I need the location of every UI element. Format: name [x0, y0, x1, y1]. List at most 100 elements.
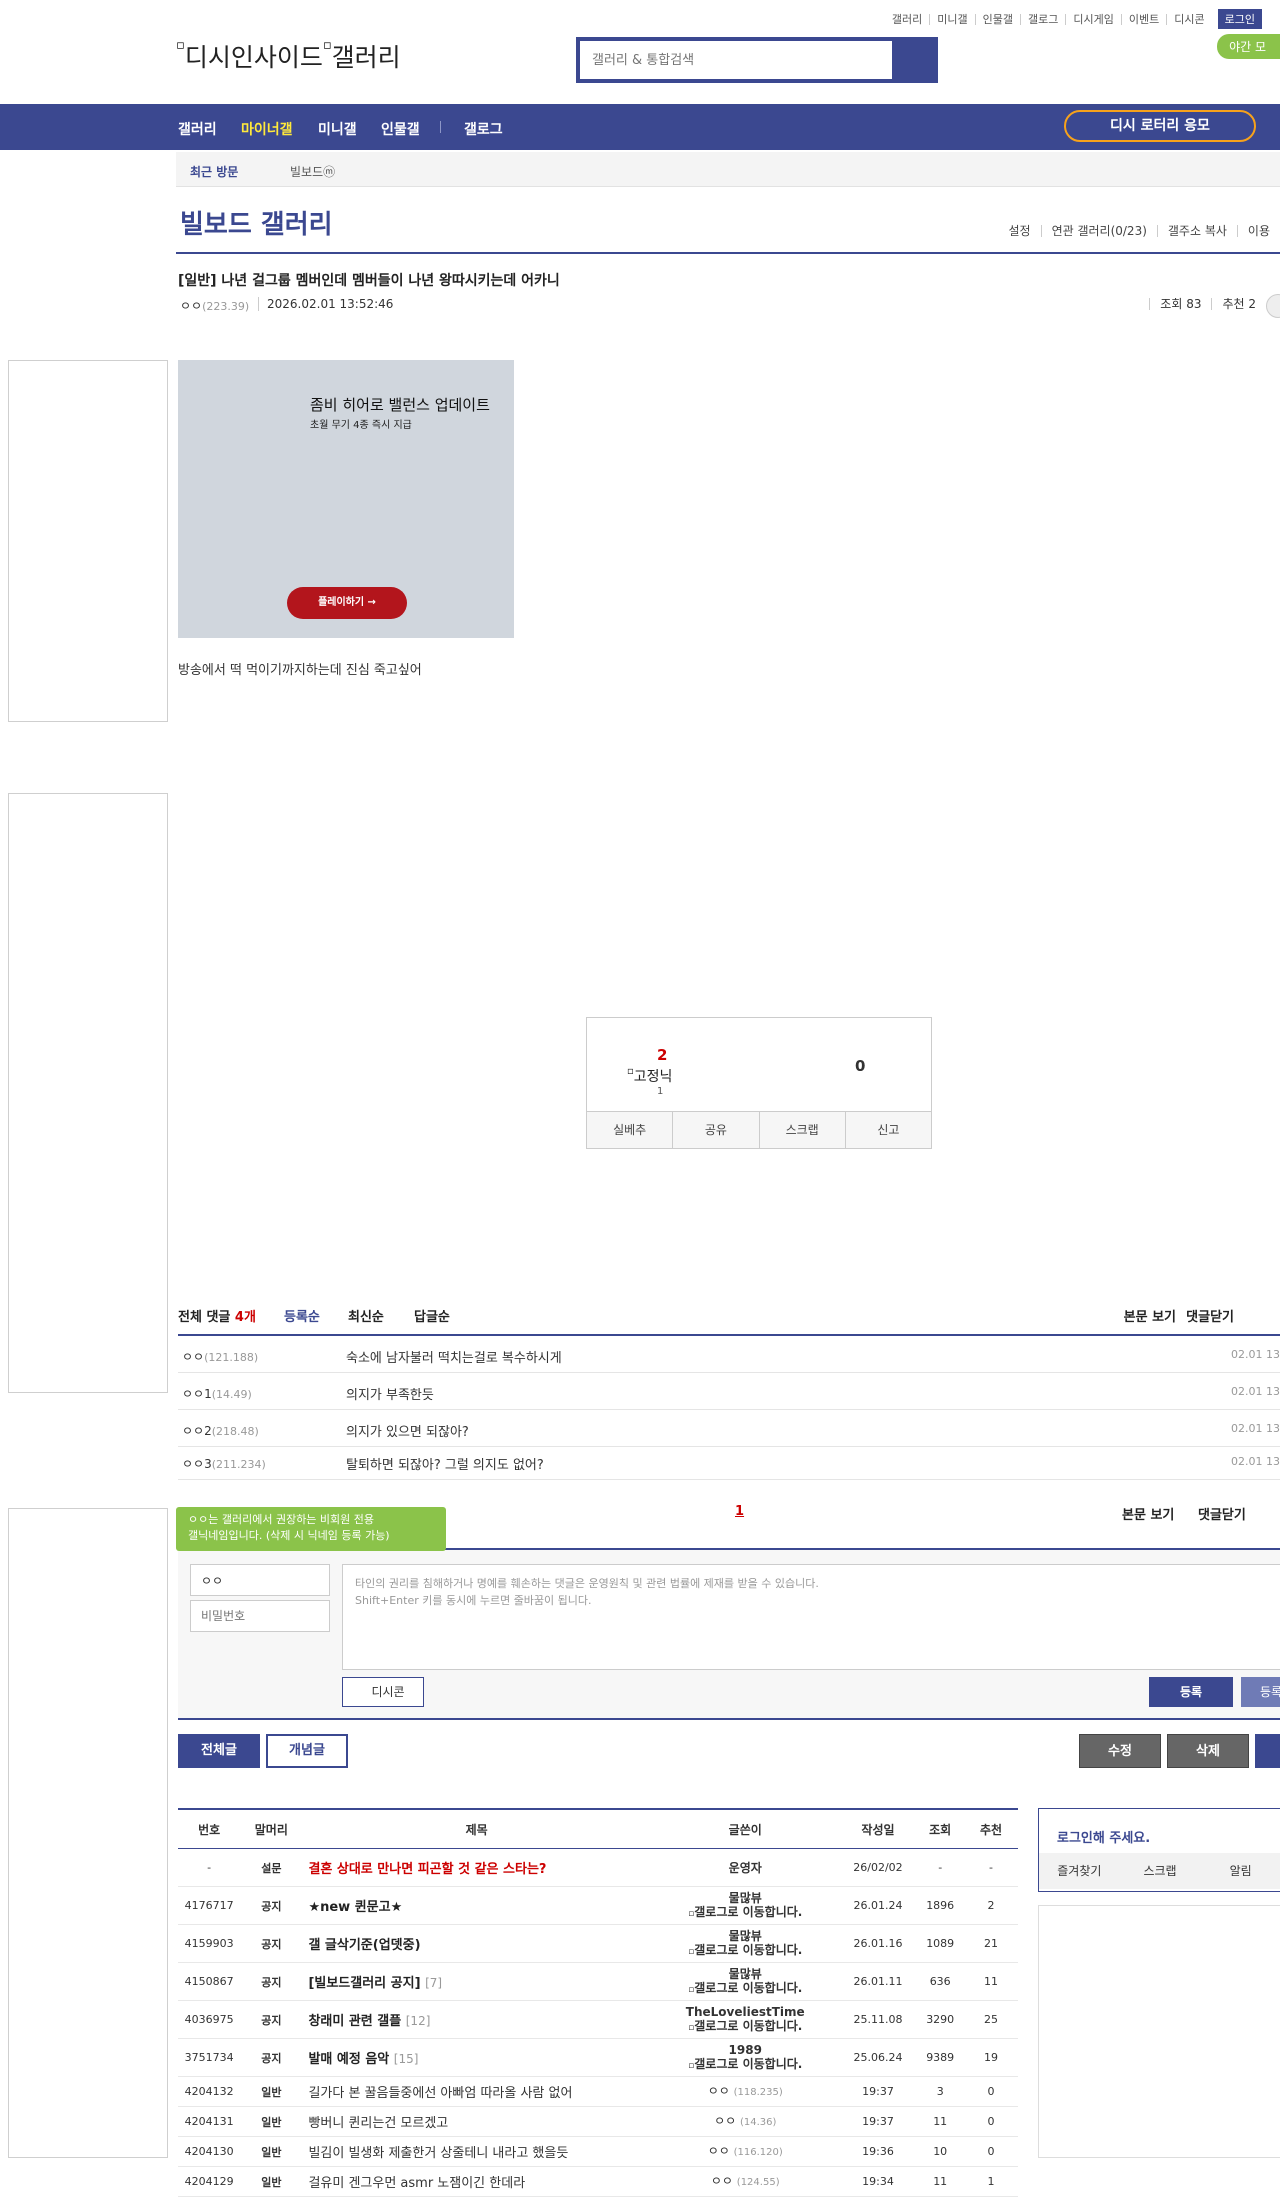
table-row[interactable]: 4159903 공지 갤 글삭기준(업뎃중) 물많뷰 ▫갤로그로 이동합니다. 26.01…: [178, 1924, 1018, 1963]
comment-submit-button[interactable]: 등록: [1149, 1677, 1233, 1707]
usage-link[interactable]: 이용: [1236, 225, 1280, 237]
nav-person-gallery[interactable]: 인물갤: [381, 119, 420, 139]
table-row[interactable]: 4204129 일반 걸유미 겐그우먼 asmr 노잼이긴 한데라 ㅇㅇ (124.5…: [178, 2166, 1018, 2197]
gallery-title[interactable]: 빌보드 갤러리: [180, 204, 333, 241]
comment-count-icon[interactable]: [1266, 294, 1280, 318]
top-link-mini[interactable]: 미니갤: [929, 13, 974, 25]
post-writer-cell[interactable]: 물많뷰 ▫갤로그로 이동합니다.: [650, 1962, 840, 2001]
recent-visit-item[interactable]: 빌보드ⓜ: [290, 163, 335, 180]
recommend-up-button[interactable]: ▫고정닉: [627, 1066, 672, 1086]
nickname-input[interactable]: [190, 1564, 330, 1596]
edit-button[interactable]: 수정: [1079, 1734, 1161, 1768]
comment-writer[interactable]: ㅇㅇ(121.188): [182, 1348, 258, 1365]
post-ad-banner[interactable]: 좀비 히어로 밸런스 업데이트 초월 무기 4종 즉시 지급 플레이하기 →: [178, 360, 514, 638]
nav-gallog[interactable]: 갤로그: [464, 119, 503, 139]
notification-link[interactable]: 알림: [1200, 1853, 1280, 1889]
table-row[interactable]: 4204131 일반 빵버니 퀸리는건 모르겠고 ㅇㅇ (14.36) 19:37 11 0: [178, 2106, 1018, 2137]
top-link-gallery[interactable]: 갤러리: [885, 14, 929, 25]
post-subject[interactable]: 길가다 본 꿀음들중에선 아빠엄 따라올 사람 없어: [302, 2076, 651, 2107]
close-comments-link[interactable]: 댓글닫기: [1186, 1306, 1234, 1325]
site-logo[interactable]: ▫디시인사이드▫갤러리: [176, 38, 401, 74]
search-button[interactable]: [892, 41, 934, 79]
post-writer-cell[interactable]: 물많뷰 ▫갤로그로 이동합니다.: [650, 1886, 840, 1925]
recent-visit-label[interactable]: 최근 방문: [190, 163, 238, 180]
night-mode-button[interactable]: 야간 모: [1217, 34, 1280, 59]
copy-address-link[interactable]: 갤주소 복사: [1156, 225, 1237, 237]
comment-textarea[interactable]: 타인의 권리를 침해하거나 명예를 훼손하는 댓글은 운영원칙 및 관련 법률에…: [342, 1564, 1280, 1670]
sort-registered[interactable]: 등록순: [284, 1306, 320, 1325]
gallery-settings-link[interactable]: 설정: [998, 225, 1040, 237]
table-row[interactable]: 3751734 공지 발매 예정 음악 [15] 1989 ▫갤로그로 이동합니다. 25…: [178, 2038, 1018, 2077]
write-button[interactable]: [1255, 1734, 1280, 1768]
nav-mini-gallery[interactable]: 미니갤: [318, 119, 357, 139]
post-subject[interactable]: 갤 글삭기준(업뎃중): [302, 1924, 651, 1963]
comment-submit-recommend-button[interactable]: 등록: [1241, 1677, 1280, 1707]
post-subject[interactable]: 빵버니 퀸리는건 모르겠고: [302, 2106, 651, 2137]
login-button[interactable]: 로그인: [1217, 9, 1262, 29]
search-input[interactable]: [580, 41, 892, 79]
post-writer-cell[interactable]: ㅇㅇ (118.235): [650, 2076, 840, 2107]
nav-minor-gallery[interactable]: 마이너갤: [241, 119, 293, 139]
post-subject[interactable]: 빌김이 빌생화 제출한거 상줄테니 내라고 했을듯: [302, 2136, 651, 2167]
post-subject[interactable]: 창래미 관련 갤플 [12]: [302, 2000, 651, 2039]
table-row[interactable]: 4150867 공지 [빌보드갤러리 공지] [7] 물많뷰 ▫갤로그로 이동합니다. 2…: [178, 1962, 1018, 2001]
top-link-person[interactable]: 인물갤: [974, 13, 1020, 25]
gallog-link[interactable]: ▫갤로그로 이동합니다.: [652, 1981, 839, 1997]
login-prompt[interactable]: 로그인해 주세요.: [1057, 1827, 1150, 1846]
comment-writer[interactable]: ㅇㅇ1(14.49): [182, 1385, 252, 1402]
comment-page-1[interactable]: 1: [735, 1504, 744, 1519]
top-link-game[interactable]: 디시게임: [1065, 13, 1120, 25]
post-reply-count[interactable]: [15]: [394, 2052, 419, 2066]
table-row[interactable]: 4204132 일반 길가다 본 꿀음들중에선 아빠엄 따라올 사람 없어 ㅇㅇ (1…: [178, 2076, 1018, 2107]
view-post-link-bottom[interactable]: 본문 보기: [1122, 1504, 1174, 1523]
close-comments-link-bottom[interactable]: 댓글닫기: [1198, 1504, 1246, 1523]
all-posts-button[interactable]: 전체글: [178, 1734, 260, 1768]
post-subject[interactable]: 발매 예정 음악 [15]: [302, 2038, 651, 2077]
top-link-gallog[interactable]: 갤로그: [1020, 13, 1065, 25]
post-subject[interactable]: ★new 퀸문고★: [302, 1886, 651, 1925]
real-best-button[interactable]: 실베추: [587, 1112, 672, 1148]
post-writer-cell[interactable]: ㅇㅇ (14.36): [650, 2106, 840, 2137]
delete-button[interactable]: 삭제: [1167, 1734, 1249, 1768]
post-reply-count[interactable]: [7]: [425, 1976, 442, 1990]
post-writer-cell[interactable]: ㅇㅇ (116.120): [650, 2136, 840, 2167]
top-utility-links: 갤러리 미니갤 인물갤 갤로그 디시게임 이벤트 디시콘 로그인: [885, 9, 1262, 29]
password-input[interactable]: [190, 1600, 330, 1632]
post-writer-cell[interactable]: TheLoveliestTime ▫갤로그로 이동합니다.: [650, 2000, 840, 2039]
gallog-link[interactable]: ▫갤로그로 이동합니다.: [652, 2057, 839, 2073]
table-row[interactable]: 4176717 공지 ★new 퀸문고★ 물많뷰 ▫갤로그로 이동합니다. 26.01.2…: [178, 1886, 1018, 1925]
favorites-link[interactable]: 즐겨찾기: [1039, 1853, 1120, 1889]
scrap-link[interactable]: 스크랩: [1120, 1853, 1201, 1889]
post-writer[interactable]: ㅇㅇ(223.39): [180, 297, 249, 314]
post-writer-cell[interactable]: 운영자: [650, 1848, 840, 1887]
lottery-button[interactable]: 디시 로터리 응모: [1064, 110, 1256, 142]
post-writer-cell[interactable]: 1989 ▫갤로그로 이동합니다.: [650, 2038, 840, 2077]
table-row[interactable]: 4036975 공지 창래미 관련 갤플 [12] TheLoveliestTime ▫…: [178, 2000, 1018, 2039]
related-gallery-link[interactable]: 연관 갤러리(0/23): [1040, 225, 1157, 237]
post-subject[interactable]: 걸유미 겐그우먼 asmr 노잼이긴 한데라: [302, 2166, 651, 2197]
nav-gallery[interactable]: 갤러리: [178, 119, 217, 139]
comment-writer[interactable]: ㅇㅇ3(211.234): [182, 1455, 266, 1472]
gallog-link[interactable]: ▫갤로그로 이동합니다.: [652, 2019, 839, 2035]
sort-reply[interactable]: 답글순: [414, 1306, 450, 1325]
post-subject[interactable]: [빌보드갤러리 공지] [7]: [302, 1962, 651, 2001]
top-link-event[interactable]: 이벤트: [1120, 13, 1166, 25]
report-button[interactable]: 신고: [844, 1112, 931, 1148]
post-reply-count[interactable]: [12]: [406, 2014, 431, 2028]
view-post-link[interactable]: 본문 보기: [1124, 1306, 1176, 1325]
share-button[interactable]: 공유: [672, 1112, 758, 1148]
ad-play-button[interactable]: 플레이하기 →: [287, 587, 407, 619]
gallog-link[interactable]: ▫갤로그로 이동합니다.: [652, 1943, 839, 1959]
sort-latest[interactable]: 최신순: [348, 1306, 384, 1325]
post-writer-cell[interactable]: ㅇㅇ (124.55): [650, 2166, 840, 2197]
dccon-button[interactable]: 디시콘: [342, 1677, 424, 1707]
post-subject[interactable]: 결혼 상대로 만나면 피곤할 것 같은 스타는?: [302, 1848, 651, 1887]
table-row[interactable]: 4204130 일반 빌김이 빌생화 제출한거 상줄테니 내라고 했을듯 ㅇㅇ (11…: [178, 2136, 1018, 2167]
comment-writer[interactable]: ㅇㅇ2(218.48): [182, 1422, 259, 1439]
post-writer-cell[interactable]: 물많뷰 ▫갤로그로 이동합니다.: [650, 1924, 840, 1963]
scrap-button[interactable]: 스크랩: [758, 1112, 845, 1148]
top-link-dccon[interactable]: 디시콘: [1166, 13, 1211, 25]
gallog-link[interactable]: ▫갤로그로 이동합니다.: [652, 1905, 839, 1921]
table-row[interactable]: - 설문 결혼 상대로 만나면 피곤할 것 같은 스타는? 운영자 26/02/02- -: [178, 1848, 1018, 1887]
concept-posts-button[interactable]: 개념글: [266, 1734, 348, 1768]
